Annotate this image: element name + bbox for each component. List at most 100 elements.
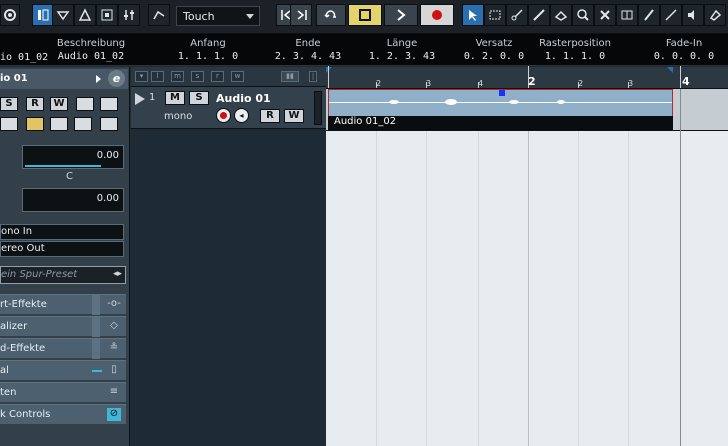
track-expand-icon[interactable] xyxy=(135,93,145,105)
glue-tool-icon[interactable] xyxy=(528,4,550,26)
info-value[interactable]: 1. 2. 3. 43 xyxy=(352,51,452,62)
track-colors-icon[interactable]: ▮▮ xyxy=(281,71,299,82)
header-icon[interactable]: s xyxy=(191,71,204,82)
info-value[interactable]: Audio 01_02 xyxy=(52,51,130,62)
info-value[interactable]: 0. 0. 0. 0 xyxy=(640,51,728,62)
info-col-length[interactable]: Länge 1. 2. 3. 43 xyxy=(352,38,452,62)
info-col-fade-in[interactable]: Fade-In 0. 0. 0. 0 xyxy=(640,38,728,62)
info-col-start[interactable]: Anfang 1. 1. 1. 0 xyxy=(158,38,258,62)
automation-icon[interactable] xyxy=(148,4,170,26)
section-equalizer[interactable]: alizer ◇ xyxy=(0,316,126,337)
volume-handle[interactable] xyxy=(499,90,505,96)
ruler[interactable]: 2 3 4 2 2 3 4 xyxy=(326,66,728,89)
collapse-icon[interactable]: ▾ xyxy=(135,71,148,82)
inspector-read-button[interactable]: R xyxy=(26,97,44,111)
object-selection-tool-icon[interactable] xyxy=(462,4,484,26)
header-icon[interactable]: r xyxy=(211,71,224,82)
cycle-icon[interactable] xyxy=(316,4,346,26)
mute-tool-icon[interactable] xyxy=(594,4,616,26)
arrange-grid[interactable] xyxy=(326,131,728,446)
edit-channel-button[interactable]: e xyxy=(108,70,125,87)
preset-arrows-icon[interactable]: ◂▸ xyxy=(113,269,122,279)
info-value[interactable]: 2. 3. 4. 43 xyxy=(258,51,358,62)
monitor-icon[interactable] xyxy=(0,117,18,131)
grid-line xyxy=(578,131,579,446)
monitor-button[interactable]: ◂ xyxy=(234,108,249,123)
info-col-end[interactable]: Ende 2. 3. 4. 43 xyxy=(258,38,358,62)
show-inspector-icon[interactable] xyxy=(32,4,54,26)
show-infoline-icon[interactable] xyxy=(52,4,74,26)
volume-fader[interactable]: 0.00 xyxy=(22,145,124,169)
track-solo-button[interactable]: S xyxy=(189,91,209,105)
info-value[interactable]: 1. 1. 1. 0 xyxy=(530,51,620,62)
range-selection-tool-icon[interactable] xyxy=(484,4,506,26)
info-value[interactable]: 1. 1. 1. 0 xyxy=(158,51,258,62)
split-tool-icon[interactable] xyxy=(506,4,528,26)
track-name[interactable]: Audio 01 xyxy=(216,92,271,105)
go-to-end-icon[interactable] xyxy=(290,4,312,26)
stop-icon[interactable] xyxy=(348,4,382,26)
settings-gear-icon[interactable] xyxy=(100,117,118,131)
expand-arrow-icon[interactable] xyxy=(96,75,101,83)
header-icon[interactable]: m xyxy=(171,71,184,82)
section-label: k Controls xyxy=(0,409,51,420)
output-routing[interactable]: ereo Out xyxy=(0,241,124,257)
track-write-button[interactable]: W xyxy=(284,109,304,123)
section-quick-controls[interactable]: k Controls ⊘ xyxy=(0,404,126,424)
left-locator-icon[interactable] xyxy=(326,67,332,73)
zoom-tool-icon[interactable] xyxy=(572,4,594,26)
record-icon[interactable] xyxy=(420,4,454,26)
info-value[interactable]: 0. 2. 0. 0 xyxy=(444,51,544,62)
section-channel[interactable]: al ▯ xyxy=(0,360,126,380)
automation-mode-value: Touch xyxy=(183,10,215,23)
project-end-line xyxy=(680,89,681,446)
color-tool-icon[interactable] xyxy=(704,4,726,26)
right-locator-icon[interactable] xyxy=(667,67,673,73)
record-enable-button[interactable] xyxy=(216,108,231,123)
channel-icon[interactable]: ▯ xyxy=(107,364,121,377)
inspector-track-title[interactable]: io 01 e xyxy=(0,69,128,89)
automation-mode-select[interactable]: Touch xyxy=(176,6,260,26)
info-col-offset[interactable]: Versatz 0. 2. 0. 0 xyxy=(444,38,544,62)
section-insert-effects[interactable]: rt-Effekte -o- xyxy=(0,294,126,315)
header-icon[interactable]: w xyxy=(231,71,244,82)
info-col-description[interactable]: Beschreibung Audio 01_02 xyxy=(52,38,130,62)
mixer-icon[interactable] xyxy=(118,4,140,26)
divider-handle-icon[interactable]: | xyxy=(309,71,317,82)
line-tool-icon[interactable] xyxy=(660,4,682,26)
notepad-icon[interactable]: ≡ xyxy=(107,386,121,399)
show-overview-icon[interactable] xyxy=(74,4,96,26)
pool-icon[interactable] xyxy=(96,4,118,26)
settings-icon[interactable] xyxy=(0,4,20,26)
track-row[interactable]: 1 M S Audio 01 mono ◂ R W xyxy=(131,87,326,129)
timewarp-tool-icon[interactable] xyxy=(616,4,638,26)
input-routing[interactable]: ono In xyxy=(0,224,124,240)
folder-icon[interactable] xyxy=(50,117,68,131)
play-icon[interactable] xyxy=(384,4,418,26)
section-notepad[interactable]: ten ≡ xyxy=(0,382,126,402)
pan-fader[interactable]: 0.00 xyxy=(22,188,124,212)
eq-icon[interactable]: ◇ xyxy=(107,320,121,333)
musical-mode-icon[interactable] xyxy=(26,117,44,131)
erase-tool-icon[interactable] xyxy=(550,4,572,26)
inspector-solo-button[interactable]: S xyxy=(0,97,18,111)
info-header: Versatz xyxy=(475,38,513,49)
insert-icon[interactable]: -o- xyxy=(107,298,121,311)
timebase-icon[interactable] xyxy=(74,117,92,131)
ruler-bar-label: 2 xyxy=(528,75,536,88)
play-tool-icon[interactable] xyxy=(682,4,704,26)
lanes-icon[interactable] xyxy=(76,97,94,111)
freeze-icon[interactable] xyxy=(100,97,118,111)
info-col-snap[interactable]: Rasterposition 1. 1. 1. 0 xyxy=(530,38,620,62)
waveform-blip xyxy=(389,100,399,104)
draw-tool-icon[interactable] xyxy=(638,4,660,26)
track-preset-field[interactable]: ein Spur-Preset ◂▸ xyxy=(0,266,126,284)
quick-controls-icon[interactable]: ⊘ xyxy=(107,408,121,421)
ruler-label: 3 xyxy=(628,79,634,88)
track-mute-button[interactable]: M xyxy=(165,91,185,105)
track-read-button[interactable]: R xyxy=(260,109,280,123)
inspector-write-button[interactable]: W xyxy=(50,97,68,111)
sends-icon[interactable]: ≗ xyxy=(107,342,121,355)
section-send-effects[interactable]: d-Effekte ≗ xyxy=(0,338,126,359)
header-icon[interactable]: l xyxy=(151,71,164,82)
